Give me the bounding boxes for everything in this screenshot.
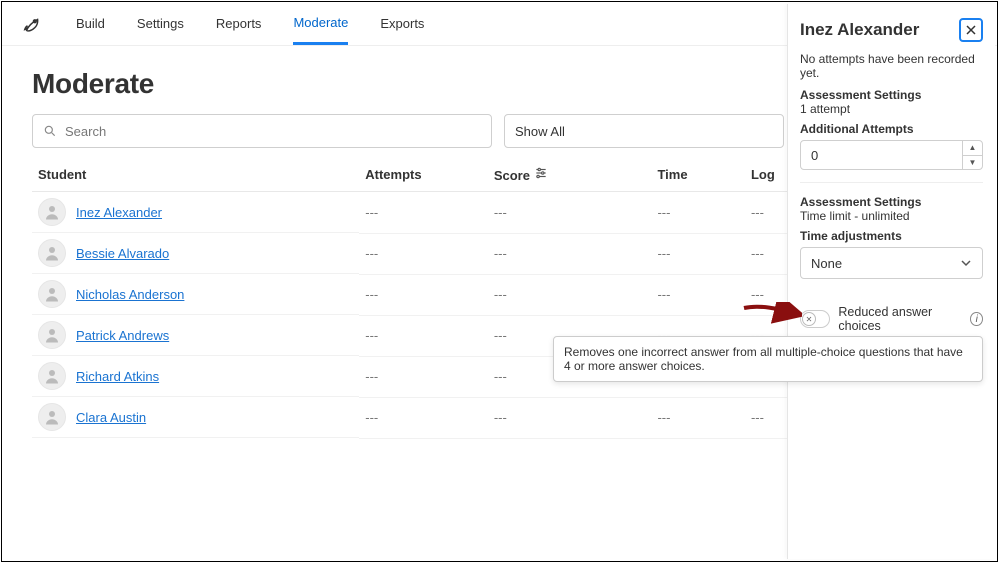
- no-attempts-text: No attempts have been recorded yet.: [800, 52, 983, 80]
- nav-reports[interactable]: Reports: [216, 4, 262, 43]
- cell-score: ---: [488, 274, 652, 315]
- additional-attempts-value: 0: [801, 148, 962, 163]
- spinner-up-icon[interactable]: ▲: [963, 141, 982, 156]
- avatar: [38, 280, 66, 308]
- close-panel-button[interactable]: [959, 18, 983, 42]
- show-all-dropdown[interactable]: Show All: [504, 114, 784, 148]
- additional-attempts-input[interactable]: 0 ▲ ▼: [800, 140, 983, 170]
- th-time[interactable]: Time: [651, 158, 745, 192]
- avatar: [38, 362, 66, 390]
- assessment-settings-label-2: Assessment Settings: [800, 195, 983, 209]
- cell-score: ---: [488, 233, 652, 274]
- avatar: [38, 321, 66, 349]
- cell-time: ---: [651, 274, 745, 315]
- panel-title: Inez Alexander: [800, 20, 919, 40]
- avatar: [38, 198, 66, 226]
- nav-build[interactable]: Build: [76, 4, 105, 43]
- reduced-answer-toggle[interactable]: ✕: [800, 310, 830, 328]
- cell-score: ---: [488, 397, 652, 438]
- close-icon: [966, 25, 976, 35]
- nav-moderate[interactable]: Moderate: [293, 3, 348, 45]
- th-student[interactable]: Student: [32, 158, 359, 192]
- time-adjustments-label: Time adjustments: [800, 229, 983, 243]
- student-link[interactable]: Inez Alexander: [76, 205, 162, 220]
- student-link[interactable]: Patrick Andrews: [76, 328, 169, 343]
- attempts-count-text: 1 attempt: [800, 102, 983, 116]
- toggle-off-icon: ✕: [802, 312, 816, 326]
- cell-time: ---: [651, 192, 745, 234]
- show-all-value: Show All: [515, 124, 565, 139]
- search-icon: [43, 124, 57, 138]
- student-link[interactable]: Clara Austin: [76, 410, 146, 425]
- additional-attempts-label: Additional Attempts: [800, 122, 983, 136]
- cell-attempts: ---: [359, 274, 488, 315]
- search-input[interactable]: Search: [32, 114, 492, 148]
- reduced-answer-row: ✕ Reduced answer choices i: [800, 305, 983, 333]
- app-frame: Build Settings Reports Moderate Exports …: [1, 1, 998, 562]
- info-icon[interactable]: i: [970, 312, 983, 326]
- student-link[interactable]: Nicholas Anderson: [76, 287, 184, 302]
- cell-attempts: ---: [359, 233, 488, 274]
- search-placeholder: Search: [65, 124, 106, 139]
- annotation-arrow-icon: [742, 302, 802, 326]
- cell-score: ---: [488, 192, 652, 234]
- cell-attempts: ---: [359, 192, 488, 234]
- student-link[interactable]: Bessie Alvarado: [76, 246, 169, 261]
- reduced-answer-tooltip: Removes one incorrect answer from all mu…: [553, 336, 983, 382]
- student-detail-panel: Inez Alexander No attempts have been rec…: [787, 4, 995, 559]
- cell-time: ---: [651, 397, 745, 438]
- spinner-down-icon[interactable]: ▼: [963, 156, 982, 170]
- panel-divider: [800, 182, 983, 183]
- th-attempts[interactable]: Attempts: [359, 158, 488, 192]
- avatar: [38, 239, 66, 267]
- cell-attempts: ---: [359, 315, 488, 356]
- cell-attempts: ---: [359, 397, 488, 438]
- nav-exports[interactable]: Exports: [380, 4, 424, 43]
- nav-settings[interactable]: Settings: [137, 4, 184, 43]
- assessment-settings-label: Assessment Settings: [800, 88, 983, 102]
- time-limit-text: Time limit - unlimited: [800, 209, 983, 223]
- rocket-icon: [22, 13, 44, 35]
- spinner-buttons: ▲ ▼: [962, 141, 982, 169]
- th-score[interactable]: Score: [488, 158, 652, 192]
- reduced-answer-label: Reduced answer choices: [838, 305, 962, 333]
- avatar: [38, 403, 66, 431]
- time-adjustments-value: None: [811, 256, 842, 271]
- sliders-icon[interactable]: [534, 166, 548, 180]
- student-link[interactable]: Richard Atkins: [76, 369, 159, 384]
- time-adjustments-select[interactable]: None: [800, 247, 983, 279]
- th-score-label: Score: [494, 168, 530, 183]
- cell-time: ---: [651, 233, 745, 274]
- chevron-down-icon: [960, 257, 972, 269]
- cell-attempts: ---: [359, 356, 488, 397]
